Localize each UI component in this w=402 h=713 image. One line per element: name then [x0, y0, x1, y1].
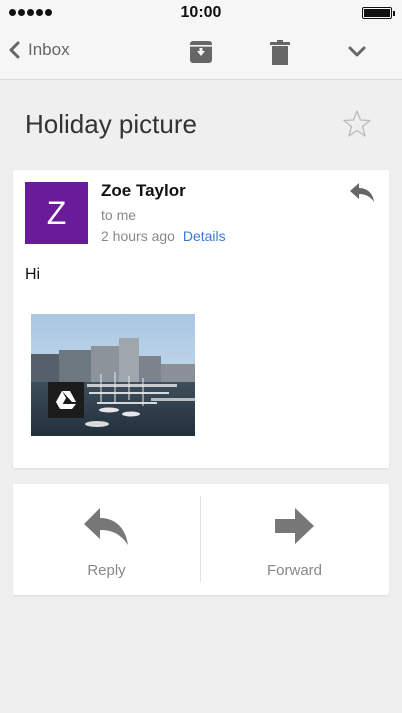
google-drive-icon — [48, 382, 84, 418]
message-card: Z Zoe Taylor to me 2 hours ago Details H… — [13, 170, 389, 468]
message-time: 2 hours ago — [101, 228, 175, 244]
back-button[interactable]: Inbox — [8, 40, 70, 60]
message-actions: Reply Forward — [13, 484, 389, 595]
reply-large-icon — [84, 508, 128, 545]
reply-icon — [350, 183, 374, 202]
more-button[interactable] — [348, 45, 366, 63]
back-label: Inbox — [28, 40, 70, 59]
archive-icon — [190, 41, 212, 63]
message-body: Hi — [25, 266, 41, 283]
reply-button[interactable] — [349, 181, 375, 208]
status-time: 10:00 — [180, 4, 222, 21]
star-outline-icon — [343, 110, 371, 137]
archive-button[interactable] — [189, 40, 213, 69]
avatar[interactable]: Z — [25, 182, 88, 244]
chevron-left-icon — [9, 41, 20, 59]
image-attachment[interactable] — [31, 314, 195, 436]
reply-action-button[interactable]: Reply — [13, 484, 200, 595]
forward-action-button[interactable]: Forward — [201, 484, 388, 595]
chevron-down-icon — [348, 46, 366, 57]
battery-icon — [362, 7, 395, 19]
details-link[interactable]: Details — [183, 228, 226, 244]
message-meta: 2 hours ago Details — [101, 228, 226, 244]
recipient-line: to me — [101, 207, 137, 223]
status-bar: 10:00 — [0, 0, 402, 26]
star-button[interactable] — [342, 109, 372, 144]
sender-name: Zoe Taylor — [101, 181, 186, 200]
trash-icon — [270, 40, 290, 65]
forward-icon — [275, 508, 314, 544]
forward-label: Forward — [266, 562, 322, 579]
toolbar: Inbox — [0, 26, 402, 80]
email-subject: Holiday picture — [25, 109, 197, 139]
delete-button[interactable] — [270, 40, 290, 71]
reply-label: Reply — [87, 562, 126, 579]
